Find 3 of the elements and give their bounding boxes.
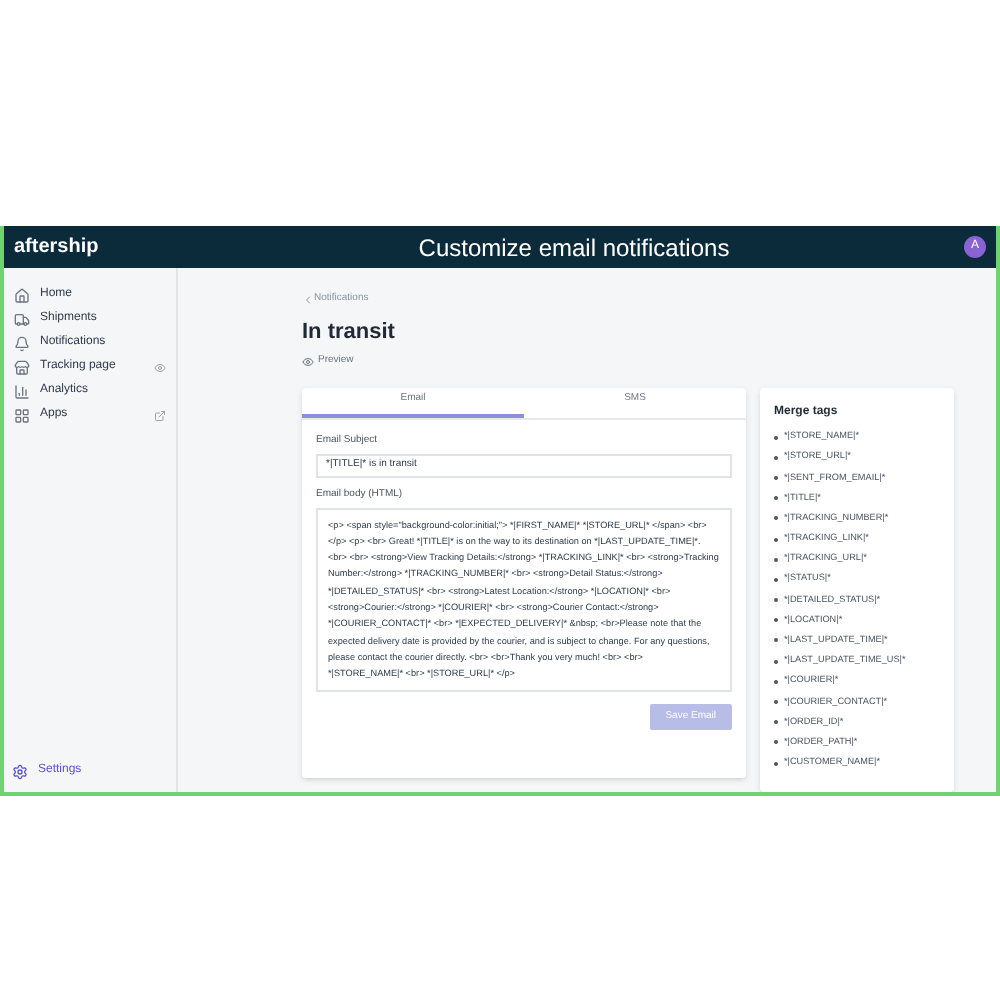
page-title: In transit [302, 317, 397, 347]
logo: aftership [14, 234, 101, 262]
window-title: Customize email notifications [416, 231, 732, 265]
